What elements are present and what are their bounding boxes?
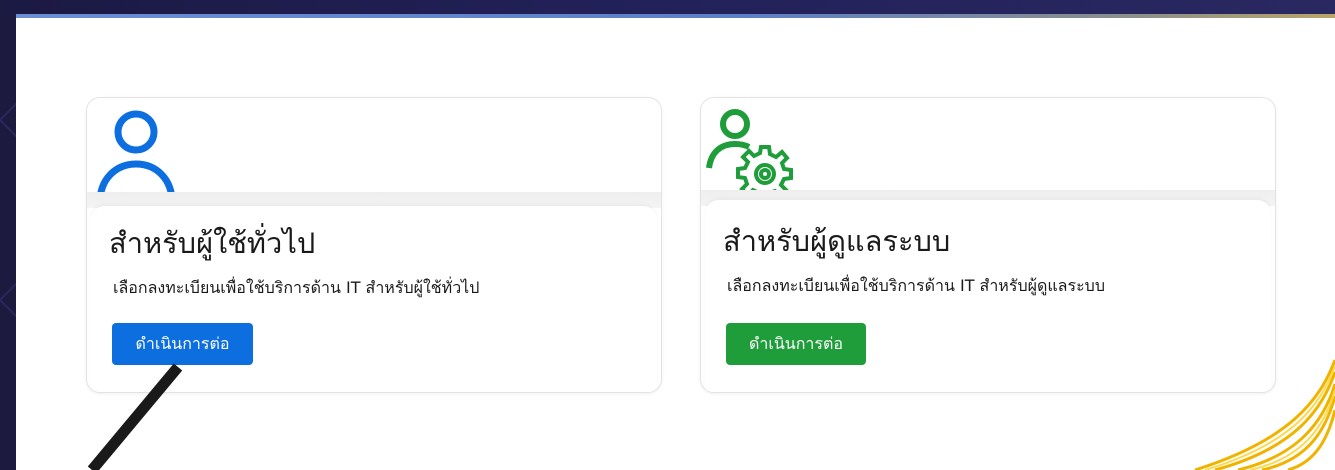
continue-button[interactable]: ดำเนินการต่อ — [112, 323, 253, 365]
card-title: สำหรับผู้ใช้ทั่วไป — [109, 226, 316, 260]
admin-card: สำหรับผู้ดูแลระบบ เลือกลงทะเบียนเพื่อใช้… — [700, 97, 1276, 393]
card-body: สำหรับผู้ใช้ทั่วไป เลือกลงทะเบียนเพื่อใช… — [91, 206, 657, 392]
card-header — [701, 98, 1275, 202]
card-header — [87, 98, 661, 203]
general-user-card: สำหรับผู้ใช้ทั่วไป เลือกลงทะเบียนเพื่อใช… — [86, 97, 662, 393]
continue-button[interactable]: ดำเนินการต่อ — [726, 323, 866, 365]
card-title: สำหรับผู้ดูแลระบบ — [723, 224, 951, 258]
card-description: เลือกลงทะเบียนเพื่อใช้บริการด้าน IT สำหร… — [727, 276, 1105, 295]
user-icon — [96, 110, 176, 203]
card-body: สำหรับผู้ดูแลระบบ เลือกลงทะเบียนเพื่อใช้… — [705, 200, 1271, 392]
card-description: เลือกลงทะเบียนเพื่อใช้บริการด้าน IT สำหร… — [113, 278, 480, 297]
